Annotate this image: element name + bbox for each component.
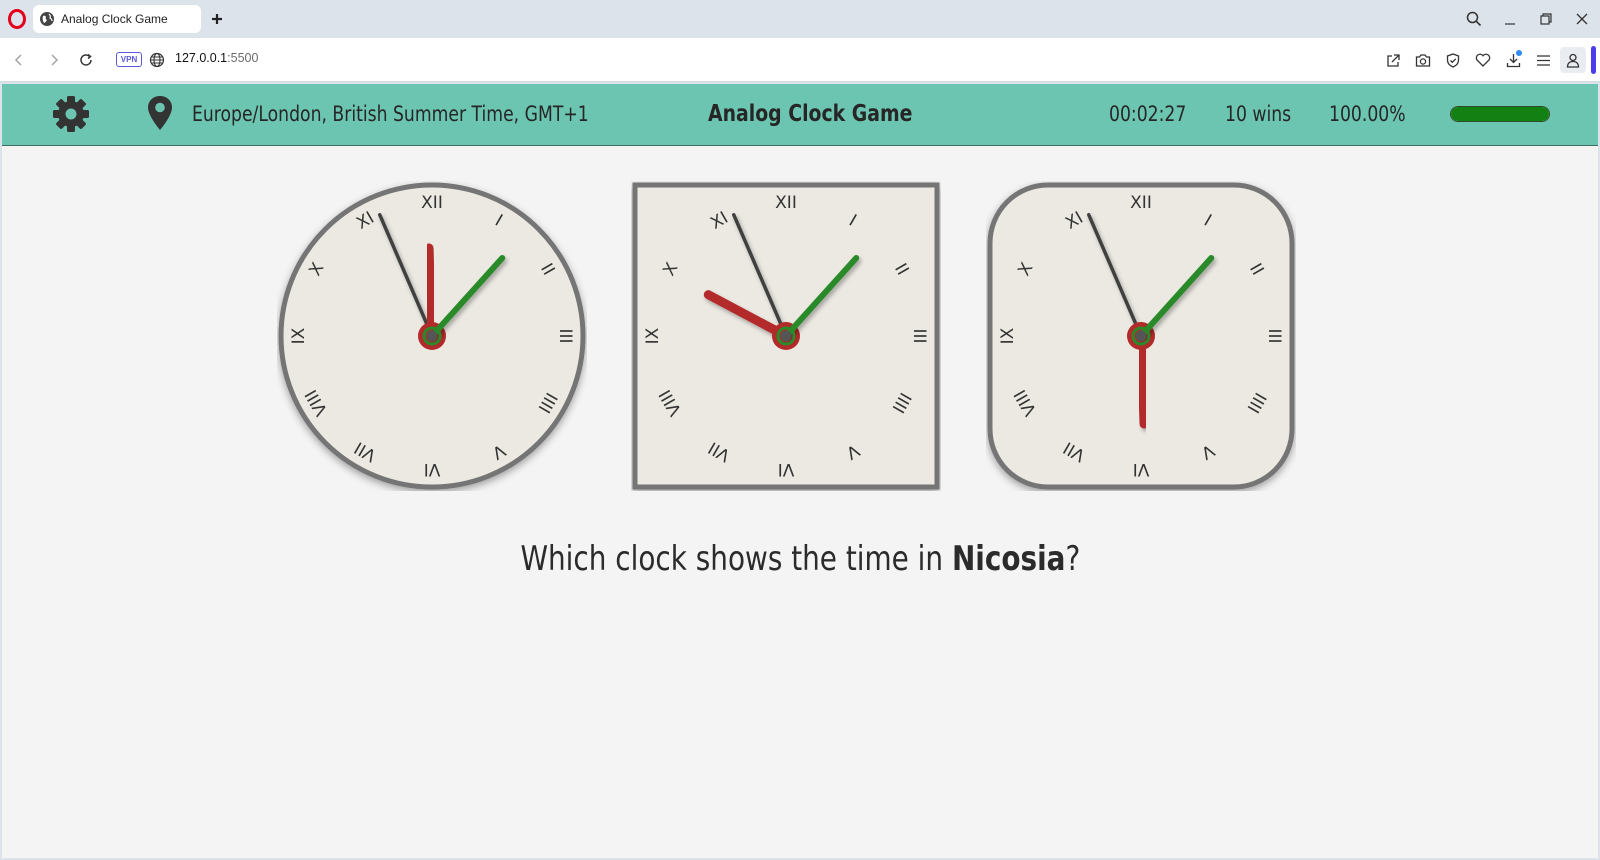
clock-numeral: III	[1264, 328, 1284, 343]
browser-tab-bar: Analog Clock Game	[0, 0, 1600, 38]
favorites-button[interactable]	[1470, 47, 1496, 73]
clock-numeral: VI	[1133, 459, 1150, 479]
wins-count: 10 wins	[1225, 102, 1292, 126]
user-icon	[1566, 53, 1580, 68]
win-progress-bar	[1450, 106, 1550, 122]
win-progress-fill	[1451, 107, 1549, 121]
center-cap	[1135, 330, 1147, 342]
clock-numeral: IX	[998, 327, 1018, 344]
clock-option-1[interactable]: XII I II III IIII V VI VII VIII IX X XI	[277, 181, 587, 491]
center-cap	[426, 330, 438, 342]
clock-numeral: III	[909, 328, 929, 343]
question-suffix: ?	[1065, 539, 1080, 579]
clock-numeral: XII	[1130, 193, 1152, 213]
url-field[interactable]: 127.0.0.1:5500	[175, 51, 258, 65]
question-prompt: Which clock shows the time in Nicosia?	[2, 539, 1598, 579]
page-title: Analog Clock Game	[708, 101, 913, 127]
search-icon	[1466, 11, 1482, 27]
close-button[interactable]	[1564, 0, 1600, 38]
chevron-right-icon	[51, 54, 59, 66]
center-cap	[780, 330, 792, 342]
restore-icon	[1540, 13, 1552, 25]
elapsed-timer: 00:02:27	[1109, 102, 1187, 126]
chevron-left-icon	[14, 54, 22, 66]
reload-button[interactable]	[75, 49, 97, 71]
download-notification-dot	[1516, 50, 1522, 56]
minimize-icon	[1505, 23, 1515, 25]
win-percentage: 100.00%	[1329, 102, 1406, 126]
easy-setup-button[interactable]	[1530, 47, 1556, 73]
round-clock-face: XIIIIIIIIIIIIVVIVIIVIIIIXXXI	[278, 182, 586, 490]
toolbar-icons	[1380, 46, 1586, 74]
clock-option-3[interactable]: XII I II III IIII V VI VII VIII IX X XI	[986, 181, 1296, 491]
share-icon	[1386, 53, 1400, 67]
reload-icon	[80, 53, 92, 66]
new-tab-button[interactable]	[208, 10, 226, 28]
camera-icon	[1415, 53, 1431, 67]
restore-button[interactable]	[1528, 0, 1564, 38]
game-header: Europe/London, British Summer Time, GMT+…	[2, 84, 1598, 146]
tab-title: Analog Clock Game	[61, 12, 168, 26]
back-button[interactable]	[8, 49, 30, 71]
globe-favicon-icon	[40, 12, 54, 26]
timezone-label: Europe/London, British Summer Time, GMT+…	[192, 102, 589, 126]
snapshot-button[interactable]	[1410, 47, 1436, 73]
clock-numeral: XII	[421, 193, 443, 213]
clock-option-2[interactable]: XII I II III IIII V VI VII VIII IX X XI	[631, 181, 941, 491]
opera-logo-icon[interactable]	[8, 9, 26, 29]
map-pin-icon	[148, 96, 172, 130]
menu-lines-icon	[1536, 54, 1550, 66]
page-content: Europe/London, British Summer Time, GMT+…	[2, 84, 1598, 858]
profile-button[interactable]	[1560, 47, 1586, 73]
clock-numeral: VI	[424, 459, 441, 479]
sidebar-accent[interactable]	[1591, 46, 1596, 74]
forward-button[interactable]	[43, 49, 65, 71]
question-prefix: Which clock shows the time in	[520, 539, 952, 579]
clock-numeral: IX	[289, 327, 309, 344]
clock-numeral: III	[555, 328, 575, 343]
rounded-square-clock-face: XIIIIIIIIIIIIVVIVIIVIIIIXXXI	[987, 182, 1295, 490]
clock-numeral: XII	[775, 193, 797, 213]
vpn-badge[interactable]: VPN	[116, 52, 142, 67]
plus-icon	[212, 14, 222, 24]
downloads-button[interactable]	[1500, 47, 1526, 73]
url-host: 127.0.0.1	[175, 51, 228, 65]
close-icon	[1576, 13, 1588, 25]
globe-icon[interactable]	[149, 52, 165, 68]
heart-icon	[1475, 53, 1491, 67]
minimize-button[interactable]	[1492, 0, 1528, 38]
clock-numeral: VI	[778, 459, 795, 479]
tab-analog-clock-game[interactable]: Analog Clock Game	[33, 5, 201, 33]
url-port: :5500	[227, 51, 259, 65]
search-tabs-button[interactable]	[1456, 0, 1492, 38]
adblock-button[interactable]	[1440, 47, 1466, 73]
gear-icon[interactable]	[52, 95, 90, 133]
shield-icon	[1446, 52, 1460, 68]
address-bar: VPN 127.0.0.1:5500	[0, 38, 1600, 82]
square-clock-face: XIIIIIIIIIIIIVVIVIIVIIIIXXXI	[632, 182, 940, 490]
window-controls	[1456, 0, 1600, 38]
share-button[interactable]	[1380, 47, 1406, 73]
clock-numeral: IX	[643, 327, 663, 344]
question-city: Nicosia	[951, 539, 1066, 579]
